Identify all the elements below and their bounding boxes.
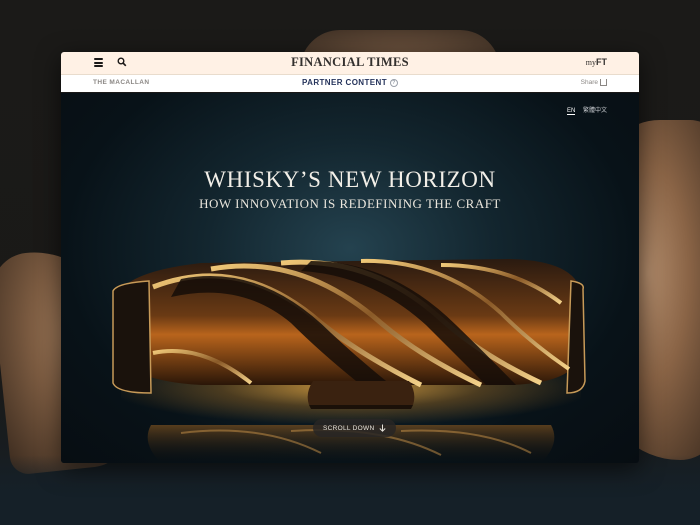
scroll-down-button[interactable]: SCROLL DOWN <box>313 419 397 437</box>
hero-section: EN 繁體中文 WHISKY’S NEW HORIZON HOW INNOVAT… <box>61 93 639 463</box>
share-button[interactable]: Share <box>581 79 607 86</box>
ft-header: FINANCIAL TIMES myFT <box>61 52 639 75</box>
partner-bar: THE MACALLAN PARTNER CONTENT? Share <box>61 75 639 94</box>
share-icon <box>600 79 607 86</box>
share-label: Share <box>580 79 598 87</box>
background-floor <box>0 455 700 525</box>
brand-logo[interactable]: FINANCIAL TIMES <box>61 55 639 70</box>
section-label: PARTNER CONTENT <box>302 78 387 87</box>
myft-link[interactable]: myFT <box>586 57 607 67</box>
browser-window: FINANCIAL TIMES myFT THE MACALLAN PARTNE… <box>61 52 639 463</box>
arrow-down-icon <box>379 424 387 432</box>
myft-prefix: my <box>585 58 596 67</box>
help-icon[interactable]: ? <box>389 78 398 87</box>
partner-content-label: PARTNER CONTENT? <box>61 78 639 87</box>
scroll-down-label: SCROLL DOWN <box>323 424 375 432</box>
whisky-sculpture-image <box>112 258 586 463</box>
myft-suffix: FT <box>596 57 607 67</box>
